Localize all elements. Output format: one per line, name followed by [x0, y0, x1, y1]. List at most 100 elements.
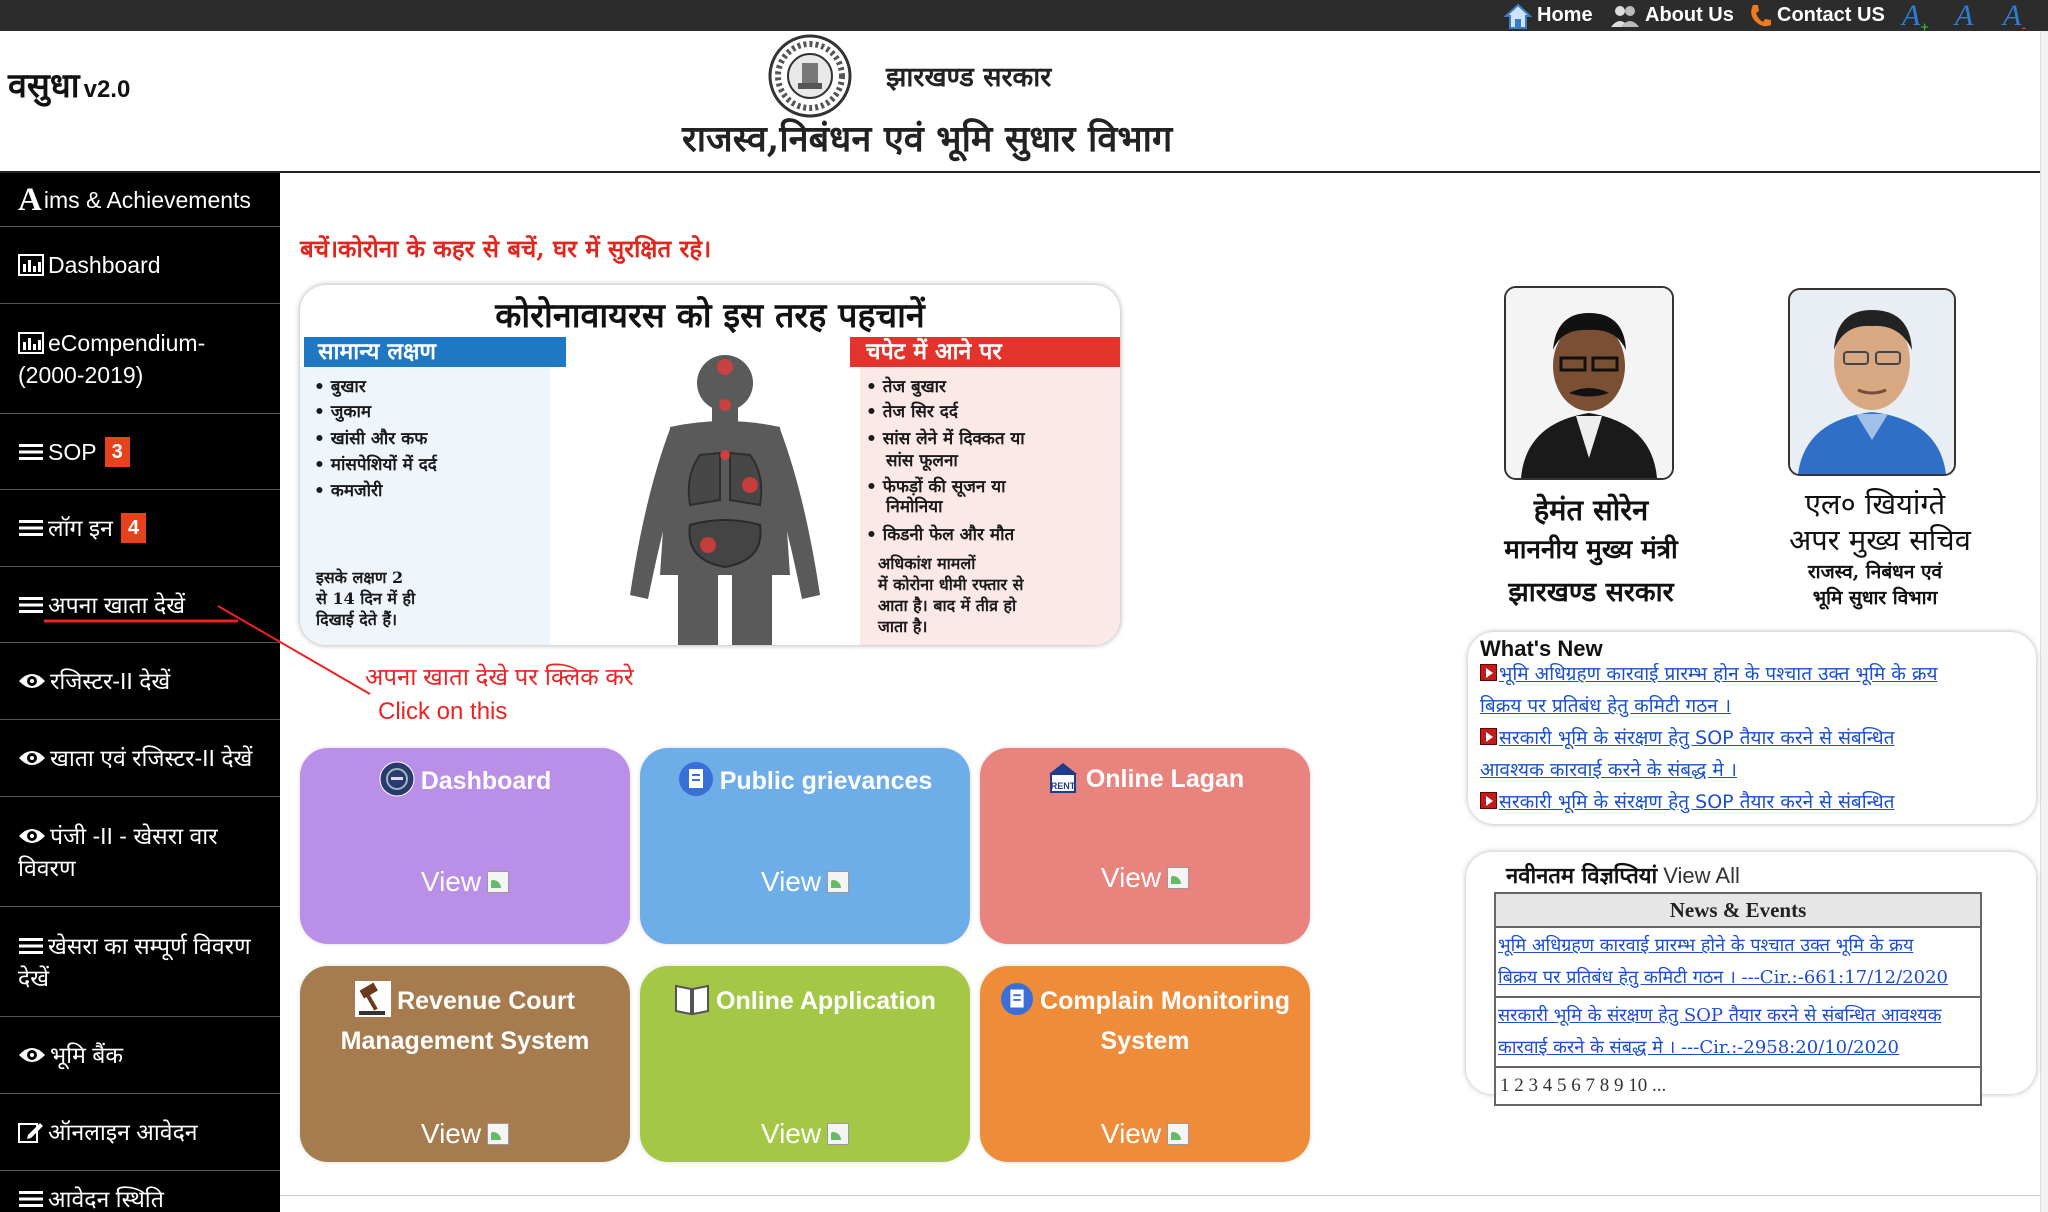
about-label: About Us — [1645, 4, 1734, 26]
sidebar-item-online-apply[interactable]: ऑनलाइन आवेदन — [0, 1094, 280, 1171]
symptom-weakness: कमजोरी — [314, 481, 383, 501]
severe-breathing-2: सांस फूलना — [886, 451, 958, 471]
brand-logo[interactable]: वसुधा v2.0 — [8, 61, 130, 107]
sidebar-item-ecompendium[interactable]: eCompendium- (2000-2019) — [0, 304, 280, 414]
document-icon — [1000, 983, 1034, 1016]
page-scrollbar[interactable] — [2040, 31, 2048, 1212]
sidebar-item-label: आवेदन स्थिति — [48, 1186, 164, 1212]
sidebar-item-khesra-details[interactable]: खेसरा का सम्पूर्ण विवरण देखें — [0, 907, 280, 1017]
news-row-line: सरकारी भूमि के संरक्षण हेतु SOP तैयार कर… — [1498, 1005, 1942, 1026]
state-emblem-icon — [768, 34, 852, 118]
whats-new-item-3[interactable]: सरकारी भूमि के संरक्षण हेतु SOP तैयार कर… — [1480, 786, 2025, 818]
tile-view-link[interactable]: View — [300, 1118, 630, 1150]
whats-new-item-1[interactable]: भूमि अधिग्रहण कारवाई प्रारम्भ होन के पश्… — [1480, 658, 2025, 690]
list-icon — [19, 443, 43, 460]
notices-heading: नवीनतम विज्ञप्तियां View All — [1506, 860, 1740, 890]
view-label: View — [760, 1118, 822, 1149]
tile-title-line2: System — [1100, 1027, 1190, 1055]
poster-left-header: सामान्य लक्षण — [304, 337, 566, 367]
news-row-1[interactable]: भूमि अधिग्रहण कारवाई प्रारम्भ होने के पश… — [1496, 928, 1980, 998]
font-normal-button[interactable]: A — [1955, 1, 1973, 31]
poster-left-note-2: से 14 दिन में ही — [316, 589, 416, 608]
view-all-link[interactable]: View All — [1663, 863, 1740, 888]
tile-view-link[interactable]: View — [640, 1118, 970, 1150]
news-events-table: News & Events भूमि अधिग्रहण कारवाई प्रार… — [1494, 892, 1982, 1106]
whats-new-item-2[interactable]: सरकारी भूमि के संरक्षण हेतु SOP तैयार कर… — [1480, 722, 2025, 754]
whats-new-line: सरकारी भूमि के संरक्षण हेतु SOP तैयार कर… — [1499, 791, 1895, 813]
sidebar-item-panji-khesra[interactable]: पंजी -II - खेसरा वार विवरण — [0, 797, 280, 907]
corona-alert-text: बचें।कोरोना के कहर से बचें, घर में सुरक्… — [300, 234, 712, 263]
sidebar-item-label: भूमि बैंक — [50, 1042, 124, 1068]
news-row-line: कारवाई करने के संबद्ध मे । ---Cir.:-2958… — [1498, 1037, 1899, 1058]
sidebar-item-label: ऑनलाइन आवेदन — [48, 1119, 198, 1145]
arrow-bullet-icon — [1480, 664, 1497, 681]
sidebar-item-register2[interactable]: रजिस्टर-II देखें — [0, 643, 280, 720]
tile-view-link[interactable]: View — [980, 862, 1310, 894]
tile-revenue-court[interactable]: Revenue Court Management System View — [300, 966, 630, 1162]
symptom-muscle-pain: मांसपेशियों में दर्द — [314, 455, 437, 475]
tile-public-grievances[interactable]: Public grievances View — [640, 748, 970, 944]
arrow-bullet-icon — [1480, 792, 1497, 809]
sidebar-item-application-status[interactable]: आवेदन स्थिति — [0, 1171, 280, 1212]
eye-icon — [19, 1048, 45, 1062]
book-icon — [675, 985, 710, 1016]
news-row-line: भूमि अधिग्रहण कारवाई प्रारम्भ होने के पश… — [1498, 935, 1914, 956]
chief-secretary-photo — [1788, 288, 1956, 476]
whats-new-line: सरकारी भूमि के संरक्षण हेतु SOP तैयार कर… — [1499, 727, 1895, 749]
list-icon — [19, 520, 43, 536]
whats-new-line: भूमि अधिग्रहण कारवाई प्रारम्भ होन के पश्… — [1499, 663, 1938, 685]
tile-view-link[interactable]: View — [640, 866, 970, 898]
gavel-icon — [355, 981, 392, 1018]
news-events-header: News & Events — [1496, 894, 1980, 928]
poster-right-note-2: में कोरोना धीमी रफ्तार से — [878, 575, 1024, 594]
tile-title: Public grievances — [719, 767, 933, 795]
sidebar-item-sop[interactable]: SOP 3 — [0, 414, 280, 490]
view-label: View — [1100, 1118, 1162, 1149]
tile-online-application[interactable]: Online Application View — [640, 966, 970, 1162]
brand-version: v2.0 — [83, 76, 131, 103]
sidebar-item-khata-register[interactable]: खाता एवं रजिस्टर-II देखें — [0, 720, 280, 797]
sidebar-item-label: पंजी -II - खेसरा वार — [50, 822, 218, 849]
dashboard-logo-icon — [379, 761, 415, 797]
sidebar-item-dashboard[interactable]: Dashboard — [0, 227, 280, 304]
rent-icon-text: RENT — [1051, 781, 1076, 791]
sidebar-item-land-bank[interactable]: भूमि बैंक — [0, 1017, 280, 1094]
whats-new-line: आवश्यक कारवाई करने के संबद्ध मे । — [1480, 759, 1737, 781]
tile-complain-monitoring[interactable]: Complain Monitoring System View — [980, 966, 1310, 1162]
poster-left-note-1: इसके लक्षण 2 — [316, 568, 404, 587]
whats-new-item-1b[interactable]: बिक्रय पर प्रतिबंध हेतु कमिटी गठन । — [1480, 690, 2025, 722]
acs-name: एल० खियांग्ते — [1804, 487, 1946, 521]
sidebar-item-label: खाता एवं रजिस्टर-II देखें — [50, 745, 253, 771]
view-label: View — [420, 1118, 482, 1149]
whats-new-item-2b[interactable]: आवश्यक कारवाई करने के संबद्ध मे । — [1480, 754, 2025, 786]
about-link[interactable]: About Us — [1610, 2, 1734, 29]
tile-dashboard[interactable]: Dashboard View — [300, 748, 630, 944]
sidebar-item-aims[interactable]: Aims & Achievements — [0, 173, 280, 227]
acs-title: अपर मुख्य सचिव — [1789, 523, 1971, 557]
tile-title: Online Lagan — [1085, 765, 1245, 793]
eye-icon — [19, 828, 45, 843]
sidebar-item-label: eCompendium- — [48, 329, 206, 356]
sidebar-item-label: ims & Achievements — [43, 186, 251, 213]
home-label: Home — [1537, 4, 1593, 26]
view-label: View — [1100, 862, 1162, 893]
home-link[interactable]: Home — [1504, 2, 1593, 29]
sidebar-item-login[interactable]: लॉग इन 4 — [0, 490, 280, 567]
contact-link[interactable]: Contact US — [1748, 2, 1885, 29]
tile-view-link[interactable]: View — [300, 866, 630, 898]
eye-icon — [19, 674, 45, 688]
symptom-fever: बुखार — [314, 377, 366, 397]
tile-online-lagan[interactable]: RENT Online Lagan View — [980, 748, 1310, 944]
tile-view-link[interactable]: View — [980, 1118, 1310, 1150]
news-row-2[interactable]: सरकारी भूमि के संरक्षण हेतु SOP तैयार कर… — [1496, 998, 1980, 1068]
poster-right-note-4: जाता है। — [878, 617, 928, 636]
pagination[interactable]: 1 2 3 4 5 6 7 8 9 10 ... — [1496, 1068, 1980, 1104]
list-icon — [19, 1191, 43, 1207]
brand-name: वसुधा — [8, 66, 80, 106]
severe-breathing: सांस लेने में दिक्कत या — [866, 429, 1025, 449]
letter-a-icon: A — [18, 181, 42, 218]
human-body-icon — [630, 355, 820, 645]
site-header: वसुधा v2.0 झारखण्ड सरकार राजस्व,निबंधन एव… — [0, 31, 2040, 173]
sidebar-item-my-account[interactable]: अपना खाता देखें — [0, 567, 280, 643]
poster-right-header: चपेट में आने पर — [850, 337, 1120, 367]
